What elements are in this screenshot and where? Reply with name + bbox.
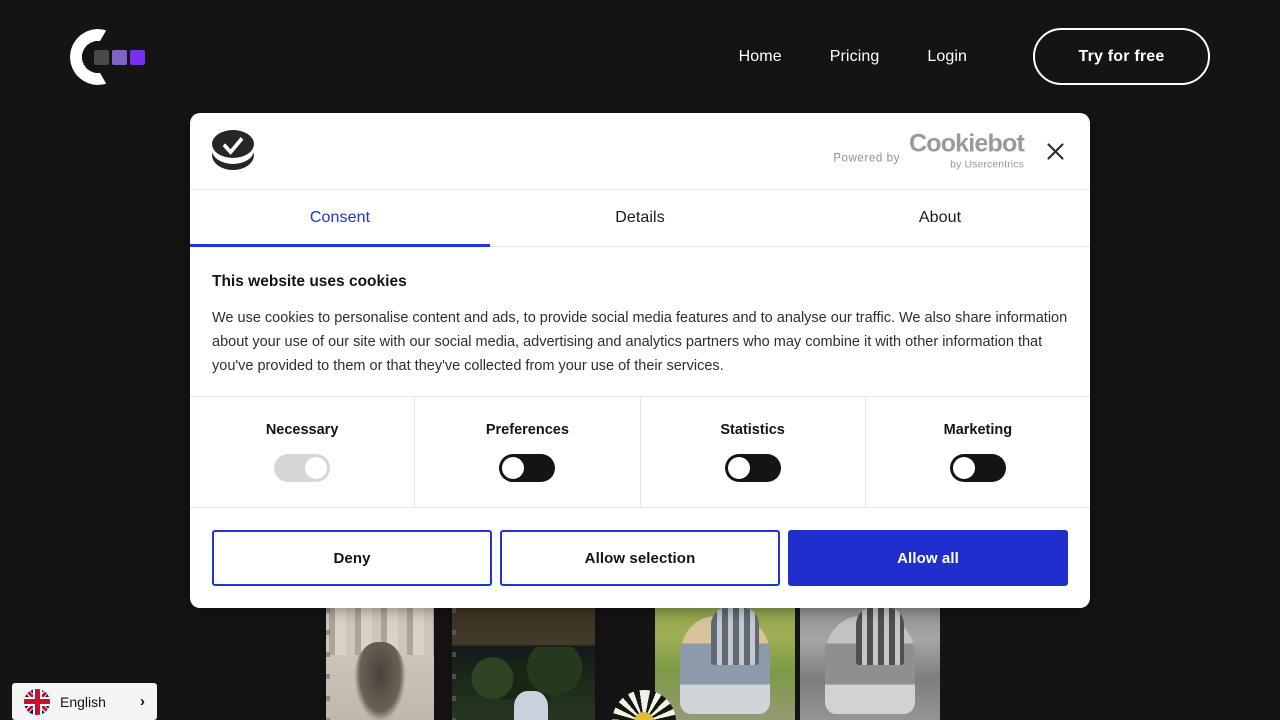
tab-details[interactable]: Details [490, 190, 790, 246]
powered-by-label: Powered by [833, 152, 900, 165]
photo-thumbnail [800, 600, 940, 720]
logo-squares [94, 50, 145, 65]
main-navigation: Home Pricing Login Try for free [715, 0, 1210, 113]
page-root: Home Pricing Login Try for free Powered … [0, 0, 1280, 720]
photo-thumbnail [320, 600, 440, 720]
photo-thumbnail [446, 600, 601, 720]
tab-about[interactable]: About [790, 190, 1090, 246]
category-label: Statistics [720, 422, 785, 438]
logo-c-icon [70, 29, 145, 85]
toggle-statistics[interactable] [724, 454, 781, 482]
cookie-dialog-tabs: Consent Details About [190, 189, 1090, 247]
logo-square-3 [130, 50, 145, 65]
category-preferences: Preferences [415, 397, 641, 507]
chevron-right-icon: › [140, 693, 145, 710]
toggle-knob [952, 457, 975, 479]
photo-image [800, 600, 940, 720]
toggle-marketing[interactable] [949, 454, 1006, 482]
cookie-categories: Necessary Preferences Statistics Marketi… [190, 396, 1090, 508]
site-header: Home Pricing Login Try for free [0, 0, 1280, 113]
cookie-dialog-heading: This website uses cookies [212, 273, 407, 290]
tab-consent[interactable]: Consent [190, 190, 490, 247]
cookiebot-logo[interactable]: Cookiebot by Usercentrics [908, 129, 1025, 171]
allow-selection-button[interactable]: Allow selection [500, 530, 780, 586]
category-marketing: Marketing [866, 397, 1090, 507]
category-statistics: Statistics [641, 397, 866, 507]
toggle-knob [305, 457, 328, 479]
language-label: English [60, 693, 106, 710]
cookiebot-name: Cookiebot [908, 129, 1025, 158]
cookie-dialog-header: Powered by Cookiebot by Usercentrics [190, 113, 1090, 189]
uk-flag-icon [24, 688, 50, 715]
daisy-decoration [612, 690, 676, 720]
logo-square-2 [112, 50, 127, 65]
toggle-preferences[interactable] [499, 454, 556, 482]
language-selector[interactable]: English › [12, 683, 157, 720]
photo-thumbnail [655, 600, 795, 720]
nav-link-pricing[interactable]: Pricing [806, 48, 904, 65]
category-necessary: Necessary [190, 397, 416, 507]
close-icon[interactable] [1040, 136, 1070, 166]
try-for-free-button[interactable]: Try for free [1033, 28, 1210, 85]
toggle-knob [502, 457, 525, 479]
nav-link-home[interactable]: Home [715, 48, 806, 65]
site-logo[interactable] [70, 29, 190, 85]
allow-all-button[interactable]: Allow all [788, 530, 1068, 586]
toggle-necessary [274, 454, 331, 482]
cookie-dialog-actions: Deny Allow selection Allow all [190, 508, 1090, 608]
category-label: Necessary [265, 422, 339, 438]
cookie-consent-dialog: Powered by Cookiebot by Usercentrics Con… [190, 113, 1090, 608]
logo-square-1 [94, 50, 109, 65]
cookie-dialog-body: This website uses cookies We use cookies… [190, 247, 1090, 396]
category-label: Marketing [943, 422, 1013, 438]
nav-link-login[interactable]: Login [903, 48, 991, 65]
cookie-dialog-description: We use cookies to personalise content an… [212, 310, 1068, 374]
photo-image [655, 600, 795, 720]
film-frame-border [446, 600, 601, 720]
deny-button[interactable]: Deny [212, 530, 492, 586]
cookiebot-subtitle: by Usercentrics [950, 158, 1024, 171]
powered-by-block: Powered by Cookiebot by Usercentrics [833, 129, 1025, 171]
film-frame-border [320, 600, 440, 720]
category-label: Preferences [485, 422, 569, 438]
toggle-knob [727, 457, 750, 479]
cookie-check-icon [212, 130, 254, 172]
